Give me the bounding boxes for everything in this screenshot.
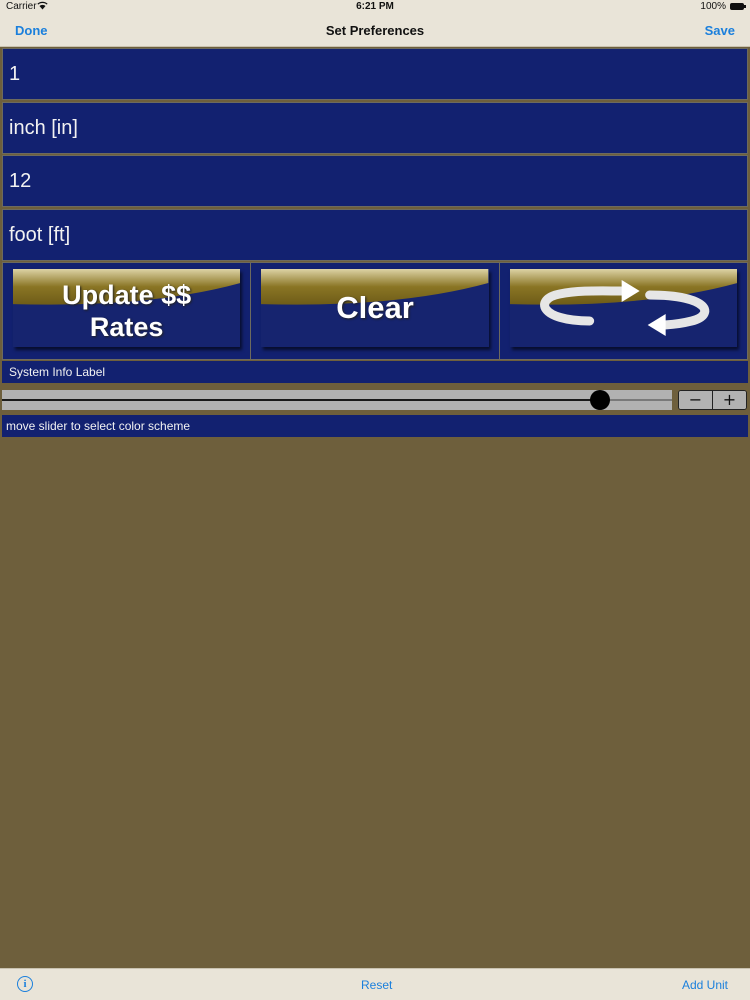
swap-units-button[interactable] [509,269,737,347]
update-rates-button[interactable]: Update $$ Rates [13,269,241,347]
from-value-field[interactable]: 1 [2,48,748,100]
status-bar: Carrier 6:21 PM 100% [0,0,750,14]
clear-button[interactable]: Clear [261,269,489,347]
system-info-label: System Info Label [2,361,748,383]
to-unit-field[interactable]: foot [ft] [2,209,748,261]
color-scheme-slider[interactable] [2,390,672,410]
bottom-toolbar: i Reset Add Unit [0,968,750,1000]
from-unit-field[interactable]: inch [in] [2,102,748,154]
slider-track-filled [2,399,600,401]
reset-button[interactable]: Reset [361,978,392,992]
update-rates-line2: Rates [89,312,164,342]
update-rates-line1: Update $$ [62,280,192,310]
slider-caption: move slider to select color scheme [2,415,748,437]
stepper-increment-button[interactable]: + [713,391,746,409]
save-button[interactable]: Save [705,23,735,38]
slider-track-empty [600,399,672,401]
page-title: Set Preferences [325,23,425,38]
update-rates-label: Update $$ Rates [13,273,240,343]
to-value-field[interactable]: 12 [2,155,748,207]
swap-arrows-icon [539,280,709,336]
update-rates-cell: Update $$ Rates [3,263,252,359]
stepper-decrement-button[interactable]: − [679,391,713,409]
add-unit-button[interactable]: Add Unit [682,978,728,992]
swap-cell [500,263,747,359]
clear-label: Clear [336,290,414,325]
clear-cell: Clear [251,263,500,359]
status-time: 6:21 PM [356,1,394,12]
action-button-row: Update $$ Rates Clear [2,262,748,360]
color-scheme-stepper: − + [678,390,747,410]
info-icon[interactable]: i [17,976,33,992]
nav-bar: Done Set Preferences Save [0,14,750,47]
battery-icon [730,3,746,10]
battery-percent: 100% [700,1,726,12]
color-scheme-slider-row: − + [0,387,750,413]
slider-thumb[interactable] [590,390,610,410]
